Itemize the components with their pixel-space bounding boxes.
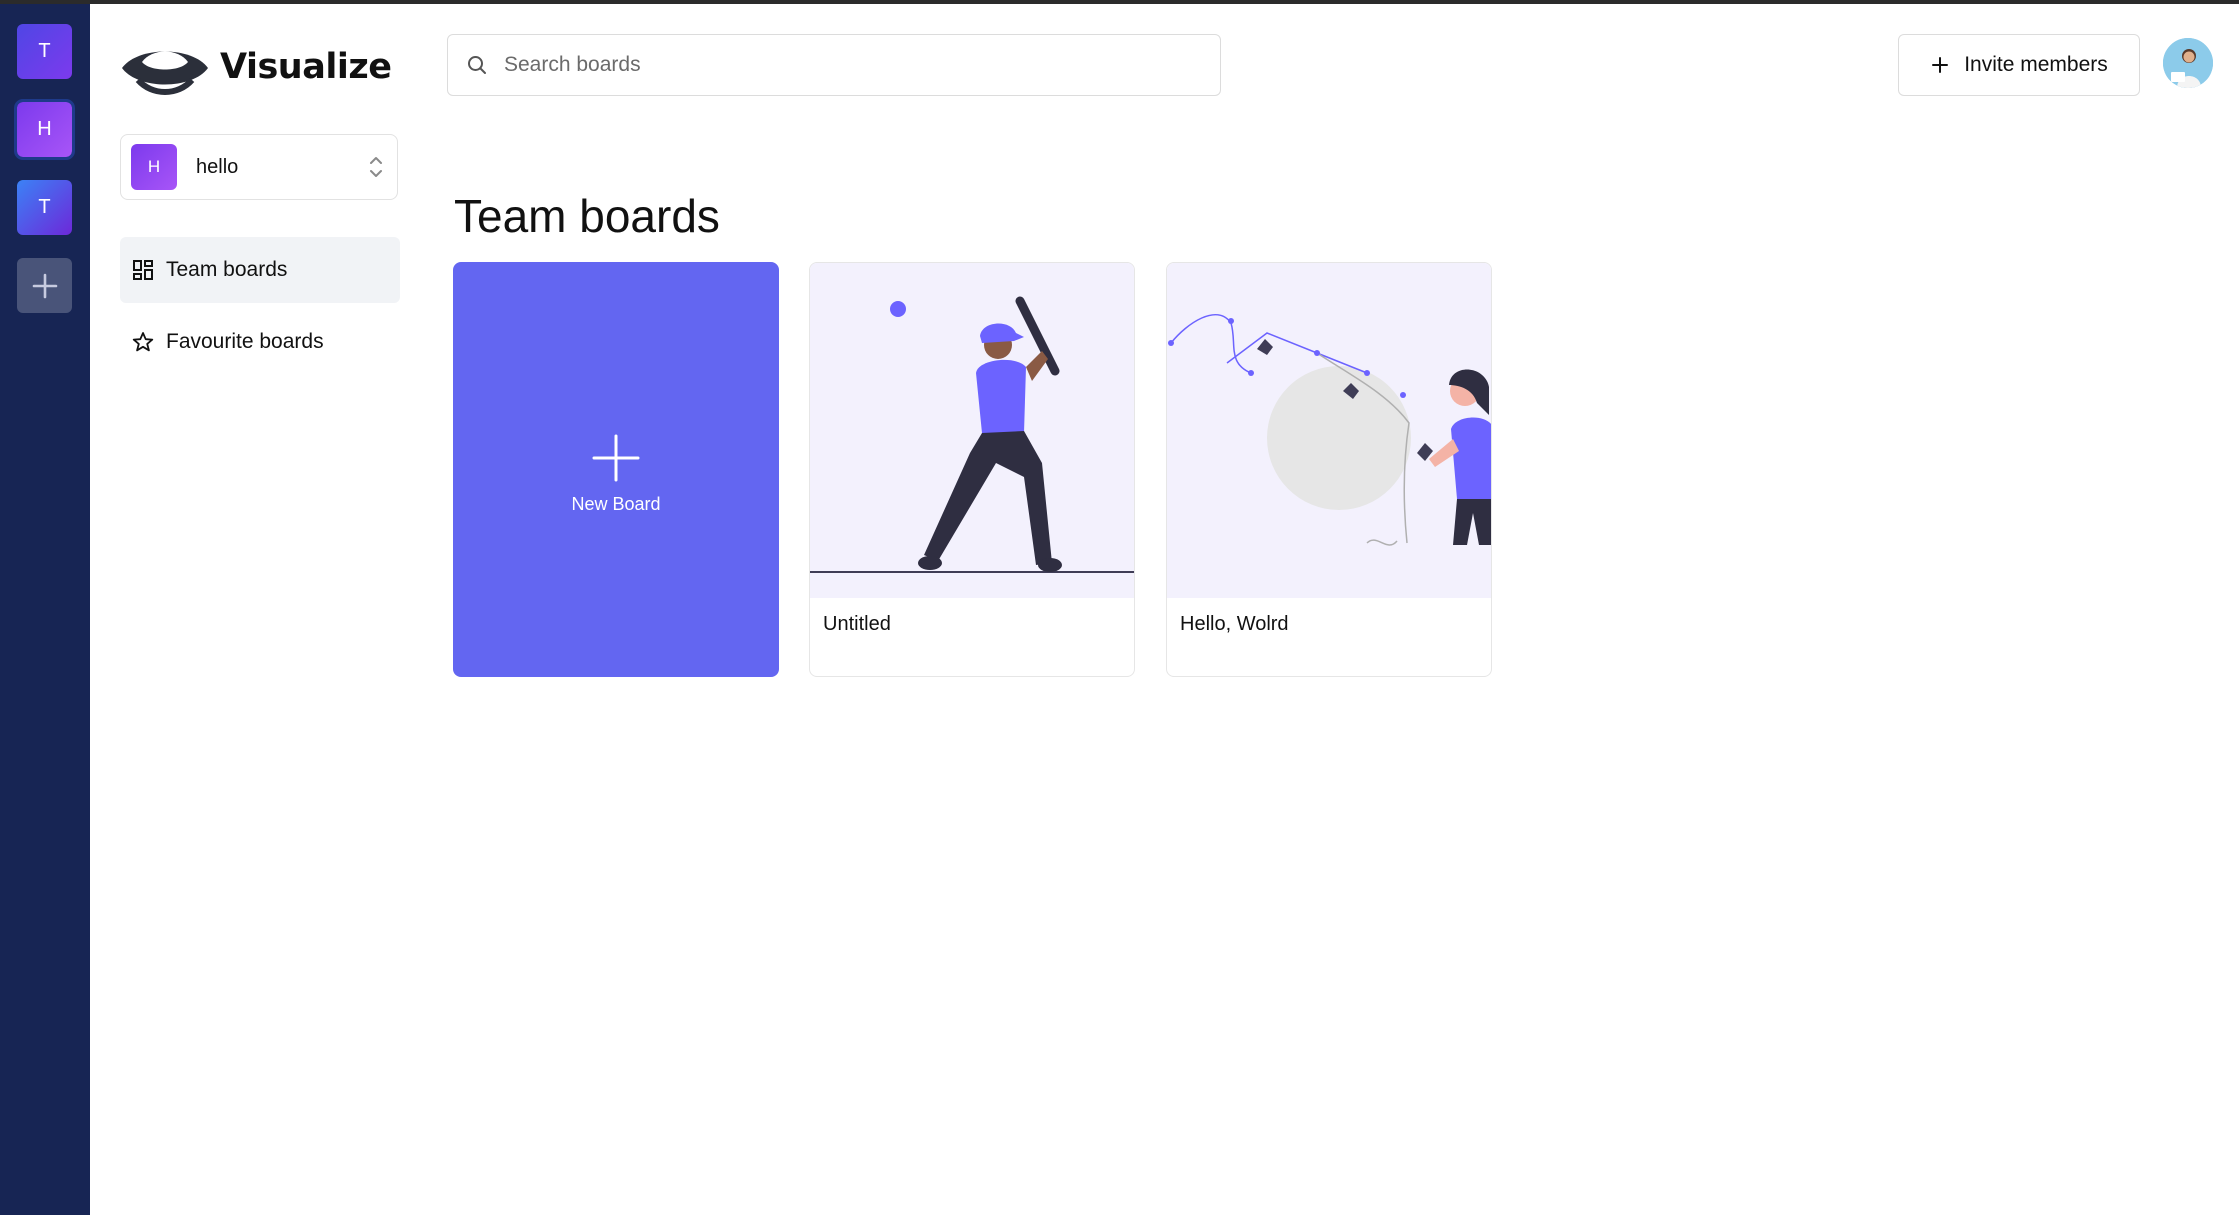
board-title: Untitled (823, 613, 891, 635)
visualize-logo (122, 51, 208, 95)
sidebar: Visualize H hello Team boards Favourite … (90, 4, 430, 1215)
board-thumbnail (810, 263, 1134, 598)
user-avatar[interactable] (2163, 38, 2213, 88)
search-icon (468, 56, 486, 74)
org-tile[interactable]: T (17, 24, 72, 79)
new-board-button[interactable]: New Board (453, 262, 779, 677)
sidebar-item-team-boards[interactable]: Team boards (120, 237, 400, 303)
dashboard-grid-icon (133, 260, 153, 280)
sidebar-item-favourite-boards[interactable]: Favourite boards (120, 309, 400, 375)
org-rail: T H T (0, 4, 90, 1215)
sidebar-item-label: Favourite boards (166, 330, 324, 353)
org-avatar: H (131, 144, 177, 190)
woman-drawing-curves-illustration (1168, 313, 1491, 546)
create-org-button[interactable] (17, 258, 72, 313)
plus-icon (32, 273, 57, 298)
star-icon (132, 332, 154, 352)
invite-members-label: Invite members (1964, 53, 2108, 76)
org-name: hello (196, 155, 239, 178)
board-card[interactable]: Hello, Wolrd (1166, 262, 1492, 677)
org-switcher[interactable]: H hello (120, 134, 398, 200)
brand-logo[interactable]: Visualize (118, 32, 392, 102)
brand-name: Visualize (220, 47, 392, 87)
new-board-label: New Board (571, 494, 661, 514)
baseball-player-illustration (810, 296, 1134, 573)
search-bar[interactable] (447, 34, 1221, 96)
search-input[interactable] (502, 52, 1206, 78)
user-avatar-image (2163, 38, 2213, 88)
sidebar-item-label: Team boards (166, 258, 288, 281)
board-thumbnail (1167, 263, 1491, 598)
page-title: Team boards (454, 189, 720, 242)
plus-icon (1932, 57, 1949, 73)
board-title: Hello, Wolrd (1180, 613, 1289, 635)
invite-members-button[interactable]: Invite members (1898, 34, 2140, 96)
chevron-up-down-icon (370, 157, 382, 177)
org-tile[interactable]: T (17, 180, 72, 235)
org-tile-active[interactable]: H (14, 99, 75, 160)
board-card[interactable]: Untitled (809, 262, 1135, 677)
plus-icon (592, 434, 640, 482)
